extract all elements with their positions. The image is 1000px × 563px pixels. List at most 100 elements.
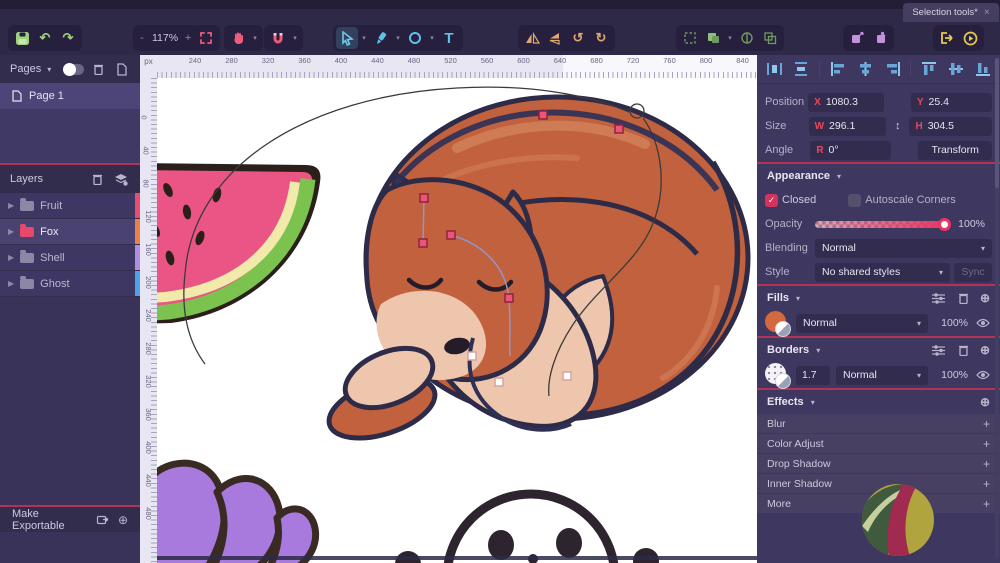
border-visibility-button[interactable] — [974, 370, 992, 380]
group-button[interactable] — [702, 27, 724, 49]
group-options-caret-icon[interactable]: ▾ — [725, 34, 735, 42]
distribute-horizontal-button[interactable] — [765, 61, 783, 77]
shell-illustration[interactable] — [157, 463, 316, 563]
snap-options-caret-icon[interactable]: ▾ — [290, 34, 300, 42]
lock-ratio-button[interactable]: ↕ — [890, 117, 905, 135]
pan-options-caret-icon[interactable]: ▾ — [250, 34, 260, 42]
width-field[interactable]: W 296.1 — [809, 117, 886, 136]
page-item-1[interactable]: Page 1 — [0, 83, 140, 109]
border-color-swatch[interactable] — [765, 363, 790, 388]
zoom-to-fit-button[interactable] — [195, 27, 217, 49]
ghost-illustration[interactable] — [395, 494, 659, 563]
layer-expand-caret-icon[interactable]: ▶ — [8, 253, 14, 262]
border-settings-button[interactable] — [930, 345, 948, 356]
save-button[interactable] — [11, 27, 33, 49]
add-export-icon[interactable]: ⊕ — [118, 513, 128, 527]
pen-tool-caret-icon[interactable]: ▾ — [393, 34, 403, 42]
watermelon-illustration[interactable] — [157, 163, 320, 324]
fills-header[interactable]: Fills ▾ ⊕ — [757, 286, 1000, 310]
align-left-button[interactable] — [829, 61, 847, 77]
canvas-scrollbar[interactable] — [157, 556, 757, 560]
canvas[interactable] — [157, 78, 757, 563]
delete-border-button[interactable] — [955, 344, 973, 356]
position-y-field[interactable]: Y 25.4 — [911, 93, 992, 112]
height-field[interactable]: H 304.5 — [909, 117, 992, 136]
rotate-cw-button[interactable]: ↻ — [590, 27, 612, 49]
document-tab[interactable]: Selection tools* × — [903, 3, 999, 22]
layer-item-fox[interactable]: ▶ Fox — [0, 219, 140, 245]
add-layer-button[interactable] — [112, 173, 130, 186]
layer-item-ghost[interactable]: ▶ Ghost — [0, 271, 140, 297]
layer-expand-caret-icon[interactable]: ▶ — [8, 279, 14, 288]
transform-button[interactable]: Transform — [918, 141, 992, 160]
position-x-field[interactable]: X 1080.3 — [808, 93, 884, 112]
opacity-slider-knob[interactable] — [938, 218, 951, 231]
style-dropdown[interactable]: No shared styles ▾ — [815, 263, 950, 282]
fill-visibility-button[interactable] — [974, 318, 992, 328]
border-width-field[interactable]: 1.7 — [796, 366, 830, 385]
redo-button[interactable]: ↷ — [57, 27, 79, 49]
opacity-slider[interactable] — [815, 221, 947, 228]
shape-tool-button[interactable] — [404, 27, 426, 49]
rotate-ccw-button[interactable]: ↺ — [567, 27, 589, 49]
align-middle-vertical-button[interactable] — [947, 61, 965, 77]
effect-item-drop-shadow[interactable]: Drop Shadow + — [757, 454, 1000, 473]
present-button[interactable] — [959, 27, 981, 49]
align-top-button[interactable] — [920, 61, 938, 77]
close-icon[interactable]: × — [984, 7, 990, 18]
autoscale-checkbox[interactable] — [848, 194, 861, 207]
add-icon[interactable]: + — [983, 477, 990, 491]
layer-expand-caret-icon[interactable]: ▶ — [8, 227, 14, 236]
selection-tool-button[interactable] — [336, 27, 358, 49]
effects-header[interactable]: Effects ▾ ⊕ — [757, 390, 1000, 414]
make-exportable-button[interactable] — [95, 514, 110, 526]
align-right-button[interactable] — [883, 61, 901, 77]
blending-dropdown[interactable]: Normal ▾ — [815, 239, 992, 258]
align-bottom-button[interactable] — [974, 61, 992, 77]
copy-style-button[interactable] — [846, 27, 868, 49]
paste-style-button[interactable] — [869, 27, 891, 49]
pages-toggle[interactable] — [63, 64, 84, 75]
undo-button[interactable]: ↶ — [34, 27, 56, 49]
snap-button[interactable] — [267, 27, 289, 49]
divide-button[interactable] — [736, 27, 758, 49]
borders-header[interactable]: Borders ▾ ⊕ — [757, 338, 1000, 362]
add-icon[interactable]: + — [983, 497, 990, 511]
selection-tool-caret-icon[interactable]: ▾ — [359, 34, 369, 42]
pan-tool-button[interactable] — [227, 27, 249, 49]
add-fill-icon[interactable]: ⊕ — [980, 291, 990, 305]
align-center-horizontal-button[interactable] — [856, 61, 874, 77]
vertical-ruler[interactable]: 04080120160200240280320360400440480 — [140, 78, 157, 563]
sync-button[interactable]: Sync — [954, 263, 992, 282]
pen-tool-button[interactable] — [370, 27, 392, 49]
add-icon[interactable]: + — [983, 417, 990, 431]
flip-horizontal-button[interactable] — [521, 27, 543, 49]
horizontal-ruler[interactable]: 2402803203604004404805205606006406807207… — [157, 55, 757, 78]
closed-checkbox[interactable]: ✓ — [765, 194, 778, 207]
add-page-button[interactable] — [113, 63, 130, 76]
border-blend-dropdown[interactable]: Normal ▾ — [836, 366, 928, 385]
fill-settings-button[interactable] — [930, 293, 948, 304]
appearance-header[interactable]: Appearance ▾ — [757, 164, 1000, 188]
pages-caret-icon[interactable]: ▾ — [47, 65, 51, 74]
fox-illustration[interactable] — [322, 97, 748, 450]
layer-item-shell[interactable]: ▶ Shell — [0, 245, 140, 271]
text-tool-button[interactable]: T — [438, 27, 460, 49]
layer-expand-caret-icon[interactable]: ▶ — [8, 201, 14, 210]
fill-color-swatch[interactable] — [765, 311, 790, 336]
delete-fill-button[interactable] — [955, 292, 973, 304]
marquee-button[interactable] — [679, 27, 701, 49]
zoom-out-button[interactable]: - — [136, 32, 148, 44]
add-effect-icon[interactable]: ⊕ — [980, 395, 990, 409]
panel-scrollbar[interactable] — [995, 58, 999, 558]
flip-vertical-button[interactable] — [544, 27, 566, 49]
effect-item-color-adjust[interactable]: Color Adjust + — [757, 434, 1000, 453]
layer-item-fruit[interactable]: ▶ Fruit — [0, 193, 140, 219]
rotation-field[interactable]: R 0° — [810, 141, 890, 160]
add-icon[interactable]: + — [983, 457, 990, 471]
delete-layer-button[interactable] — [88, 173, 106, 185]
delete-page-button[interactable] — [90, 63, 107, 75]
add-border-icon[interactable]: ⊕ — [980, 343, 990, 357]
zoom-level[interactable]: 117% — [149, 32, 181, 44]
shape-tool-caret-icon[interactable]: ▾ — [427, 34, 437, 42]
